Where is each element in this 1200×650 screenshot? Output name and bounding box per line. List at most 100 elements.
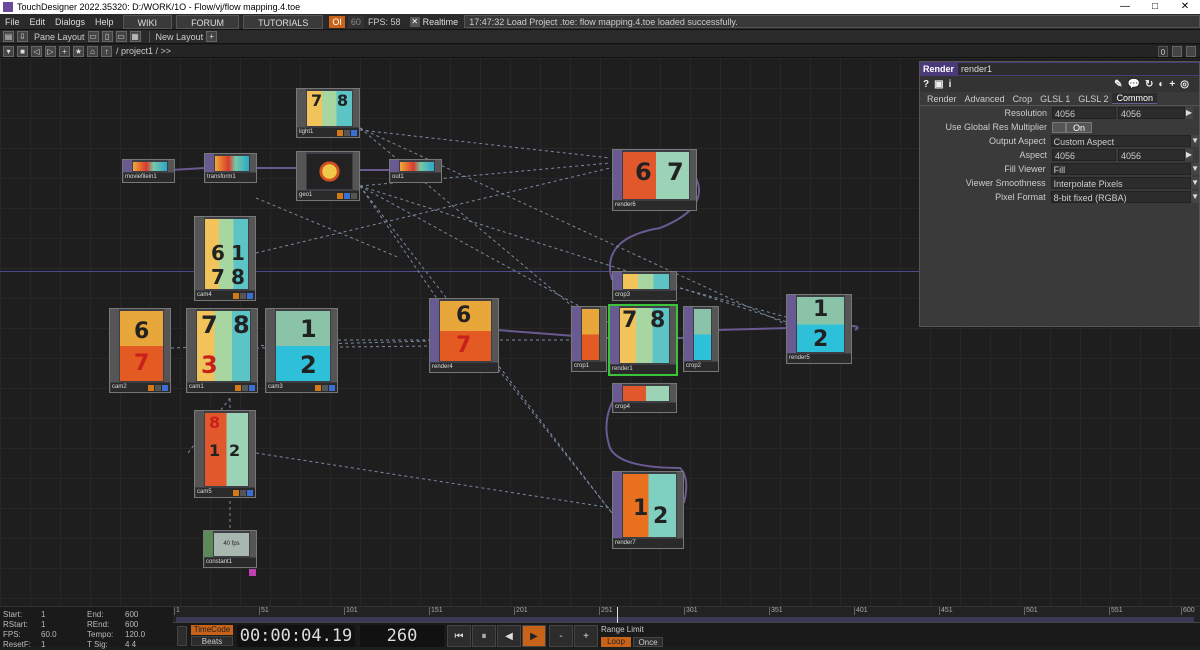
node-crop1[interactable]: crop1 — [571, 306, 607, 372]
timecode-toggle[interactable]: TimeCode — [191, 625, 233, 635]
node-render5[interactable]: 12 render5 — [786, 294, 852, 364]
menu-help[interactable]: Help — [90, 17, 119, 27]
tempo-value[interactable]: 120.0 — [125, 630, 145, 640]
layout-4-icon[interactable]: ▦ — [129, 31, 141, 42]
node-cam4[interactable]: 6178 cam4 — [194, 216, 256, 301]
global-res-toggle-box[interactable] — [1052, 121, 1066, 133]
maximize-button[interactable]: □ — [1140, 0, 1170, 14]
rstart-value[interactable]: 1 — [41, 620, 87, 630]
help-icon[interactable]: ? — [923, 79, 929, 90]
target-icon[interactable]: ◎ — [1180, 79, 1189, 90]
pane-split-horizontal-icon[interactable] — [1186, 46, 1196, 57]
resetf-value[interactable]: 1 — [41, 640, 87, 650]
timeline-ruler[interactable]: 1 51 101 151 201 251 301 351 401 451 501… — [173, 607, 1200, 623]
node-cam5[interactable]: 812 cam5 — [194, 410, 256, 498]
step-forward-button[interactable]: + — [574, 625, 598, 647]
output-aspect-dropdown[interactable]: Custom Aspect — [1050, 135, 1192, 147]
pane-split-icon[interactable]: ⇩ — [17, 31, 28, 42]
bookmark-icon[interactable]: ★ — [73, 45, 84, 57]
forward-icon[interactable]: ▷ — [45, 45, 56, 57]
node-transform1[interactable]: transform1 — [204, 153, 257, 183]
node-render1-selected[interactable]: 78 render1 — [608, 304, 678, 376]
loop-button[interactable]: Loop — [601, 637, 631, 647]
rend-value[interactable]: 600 — [125, 620, 138, 630]
expand-arrow-icon[interactable]: ▶ — [1185, 149, 1193, 161]
rewind-button[interactable]: ⏮ — [447, 625, 471, 647]
global-res-toggle[interactable]: On — [1066, 121, 1093, 133]
layout-1-icon[interactable]: ▭ — [87, 31, 99, 42]
viewer-smoothness-dropdown[interactable]: Interpolate Pixels — [1050, 177, 1192, 189]
add-parameter-icon[interactable]: + — [1169, 79, 1175, 90]
node-constant1[interactable]: 40 fps constant1 — [203, 530, 257, 568]
chevron-down-icon[interactable]: ▼ — [1191, 191, 1199, 203]
pane-layout-label[interactable]: Pane Layout — [34, 32, 85, 42]
node-render6[interactable]: 67 render6 — [612, 149, 697, 211]
new-layout-label[interactable]: New Layout — [156, 32, 204, 42]
menu-file[interactable]: File — [0, 17, 25, 27]
network-path[interactable]: / project1 / >> — [116, 46, 171, 56]
wiki-button[interactable]: WIKI — [122, 14, 173, 29]
refresh-icon[interactable]: ↻ — [1145, 79, 1153, 90]
home-icon[interactable]: ⌂ — [87, 45, 98, 57]
node-cam3[interactable]: 12 cam3 — [265, 308, 338, 393]
fps-target-field[interactable]: 60 — [347, 15, 364, 28]
pixel-format-dropdown[interactable]: 8-bit fixed (RGBA) — [1050, 191, 1192, 203]
start-value[interactable]: 1 — [41, 610, 87, 620]
node-crop4[interactable]: crop4 — [612, 383, 677, 413]
back-icon[interactable]: ◁ — [31, 45, 42, 57]
node-render7[interactable]: 12 render7 — [612, 471, 684, 549]
layout-2-icon[interactable]: ▯ — [101, 31, 113, 42]
chevron-down-icon[interactable]: ▼ — [1191, 177, 1199, 189]
step-back-button[interactable]: - — [549, 625, 573, 647]
resolution-height-field[interactable]: 4056 — [1118, 107, 1185, 119]
operator-name-field[interactable]: render1 — [958, 63, 1199, 75]
tutorials-button[interactable]: TUTORIALS — [243, 14, 324, 29]
close-button[interactable]: ✕ — [1170, 0, 1200, 14]
tsig-value[interactable]: 4 4 — [125, 640, 136, 650]
aspect-x-field[interactable]: 4056 — [1052, 149, 1116, 161]
pane-split-vertical-icon[interactable] — [1172, 46, 1182, 57]
play-button[interactable]: ▶ — [522, 625, 546, 647]
node-out1[interactable]: out1 — [389, 159, 442, 183]
tl-fps-value[interactable]: 60.0 — [41, 630, 87, 640]
stop-icon[interactable]: ■ — [17, 45, 28, 57]
timeline-expand-icon[interactable] — [177, 626, 187, 646]
pane-view-icon[interactable]: ▤ — [3, 31, 14, 42]
add-op-icon[interactable]: + — [59, 45, 70, 57]
minimize-button[interactable]: — — [1110, 0, 1140, 14]
timeline-range-bar[interactable] — [176, 617, 1194, 622]
node-cam1[interactable]: 783 cam1 — [186, 308, 258, 393]
tab-render[interactable]: Render — [923, 94, 961, 104]
beats-toggle[interactable]: Beats — [191, 636, 233, 646]
timecode-display[interactable]: 00:00:04.19 — [237, 625, 355, 647]
node-light1[interactable]: 78 light1 — [296, 88, 360, 138]
pause-button[interactable]: ⏸ — [472, 625, 496, 647]
add-layout-icon[interactable]: + — [206, 31, 218, 42]
tab-glsl2[interactable]: GLSL 2 — [1074, 94, 1112, 104]
tab-advanced[interactable]: Advanced — [961, 94, 1009, 104]
tab-crop[interactable]: Crop — [1009, 94, 1037, 104]
forum-button[interactable]: FORUM — [176, 14, 240, 29]
expand-arrow-icon[interactable]: ▶ — [1185, 107, 1193, 119]
menu-dialogs[interactable]: Dialogs — [50, 17, 90, 27]
node-cam2[interactable]: 67 cam2 — [109, 308, 171, 393]
frame-display[interactable]: 260 — [360, 625, 444, 647]
node-flag-icon[interactable] — [249, 569, 256, 576]
node-geo1[interactable]: geo1 — [296, 151, 360, 201]
node-crop3[interactable]: crop3 — [612, 271, 677, 301]
menu-edit[interactable]: Edit — [25, 17, 51, 27]
chevron-down-icon[interactable]: ▼ — [1191, 163, 1199, 175]
once-button[interactable]: Once — [633, 637, 663, 647]
realtime-checkbox[interactable]: ✕ — [409, 16, 420, 27]
color-wheel-icon[interactable]: ◐ — [1158, 79, 1164, 90]
play-reverse-button[interactable]: ◀ — [497, 625, 521, 647]
layout-3-icon[interactable]: ▭ — [115, 31, 127, 42]
end-value[interactable]: 600 — [125, 610, 138, 620]
node-crop2[interactable]: crop2 — [683, 306, 719, 372]
resolution-width-field[interactable]: 4056 — [1052, 107, 1116, 119]
info-icon[interactable]: i — [949, 79, 952, 90]
chevron-down-icon[interactable]: ▼ — [1191, 135, 1199, 147]
tab-glsl1[interactable]: GLSL 1 — [1036, 94, 1074, 104]
python-help-icon[interactable]: ▣ — [934, 79, 943, 90]
aspect-y-field[interactable]: 4056 — [1118, 149, 1185, 161]
